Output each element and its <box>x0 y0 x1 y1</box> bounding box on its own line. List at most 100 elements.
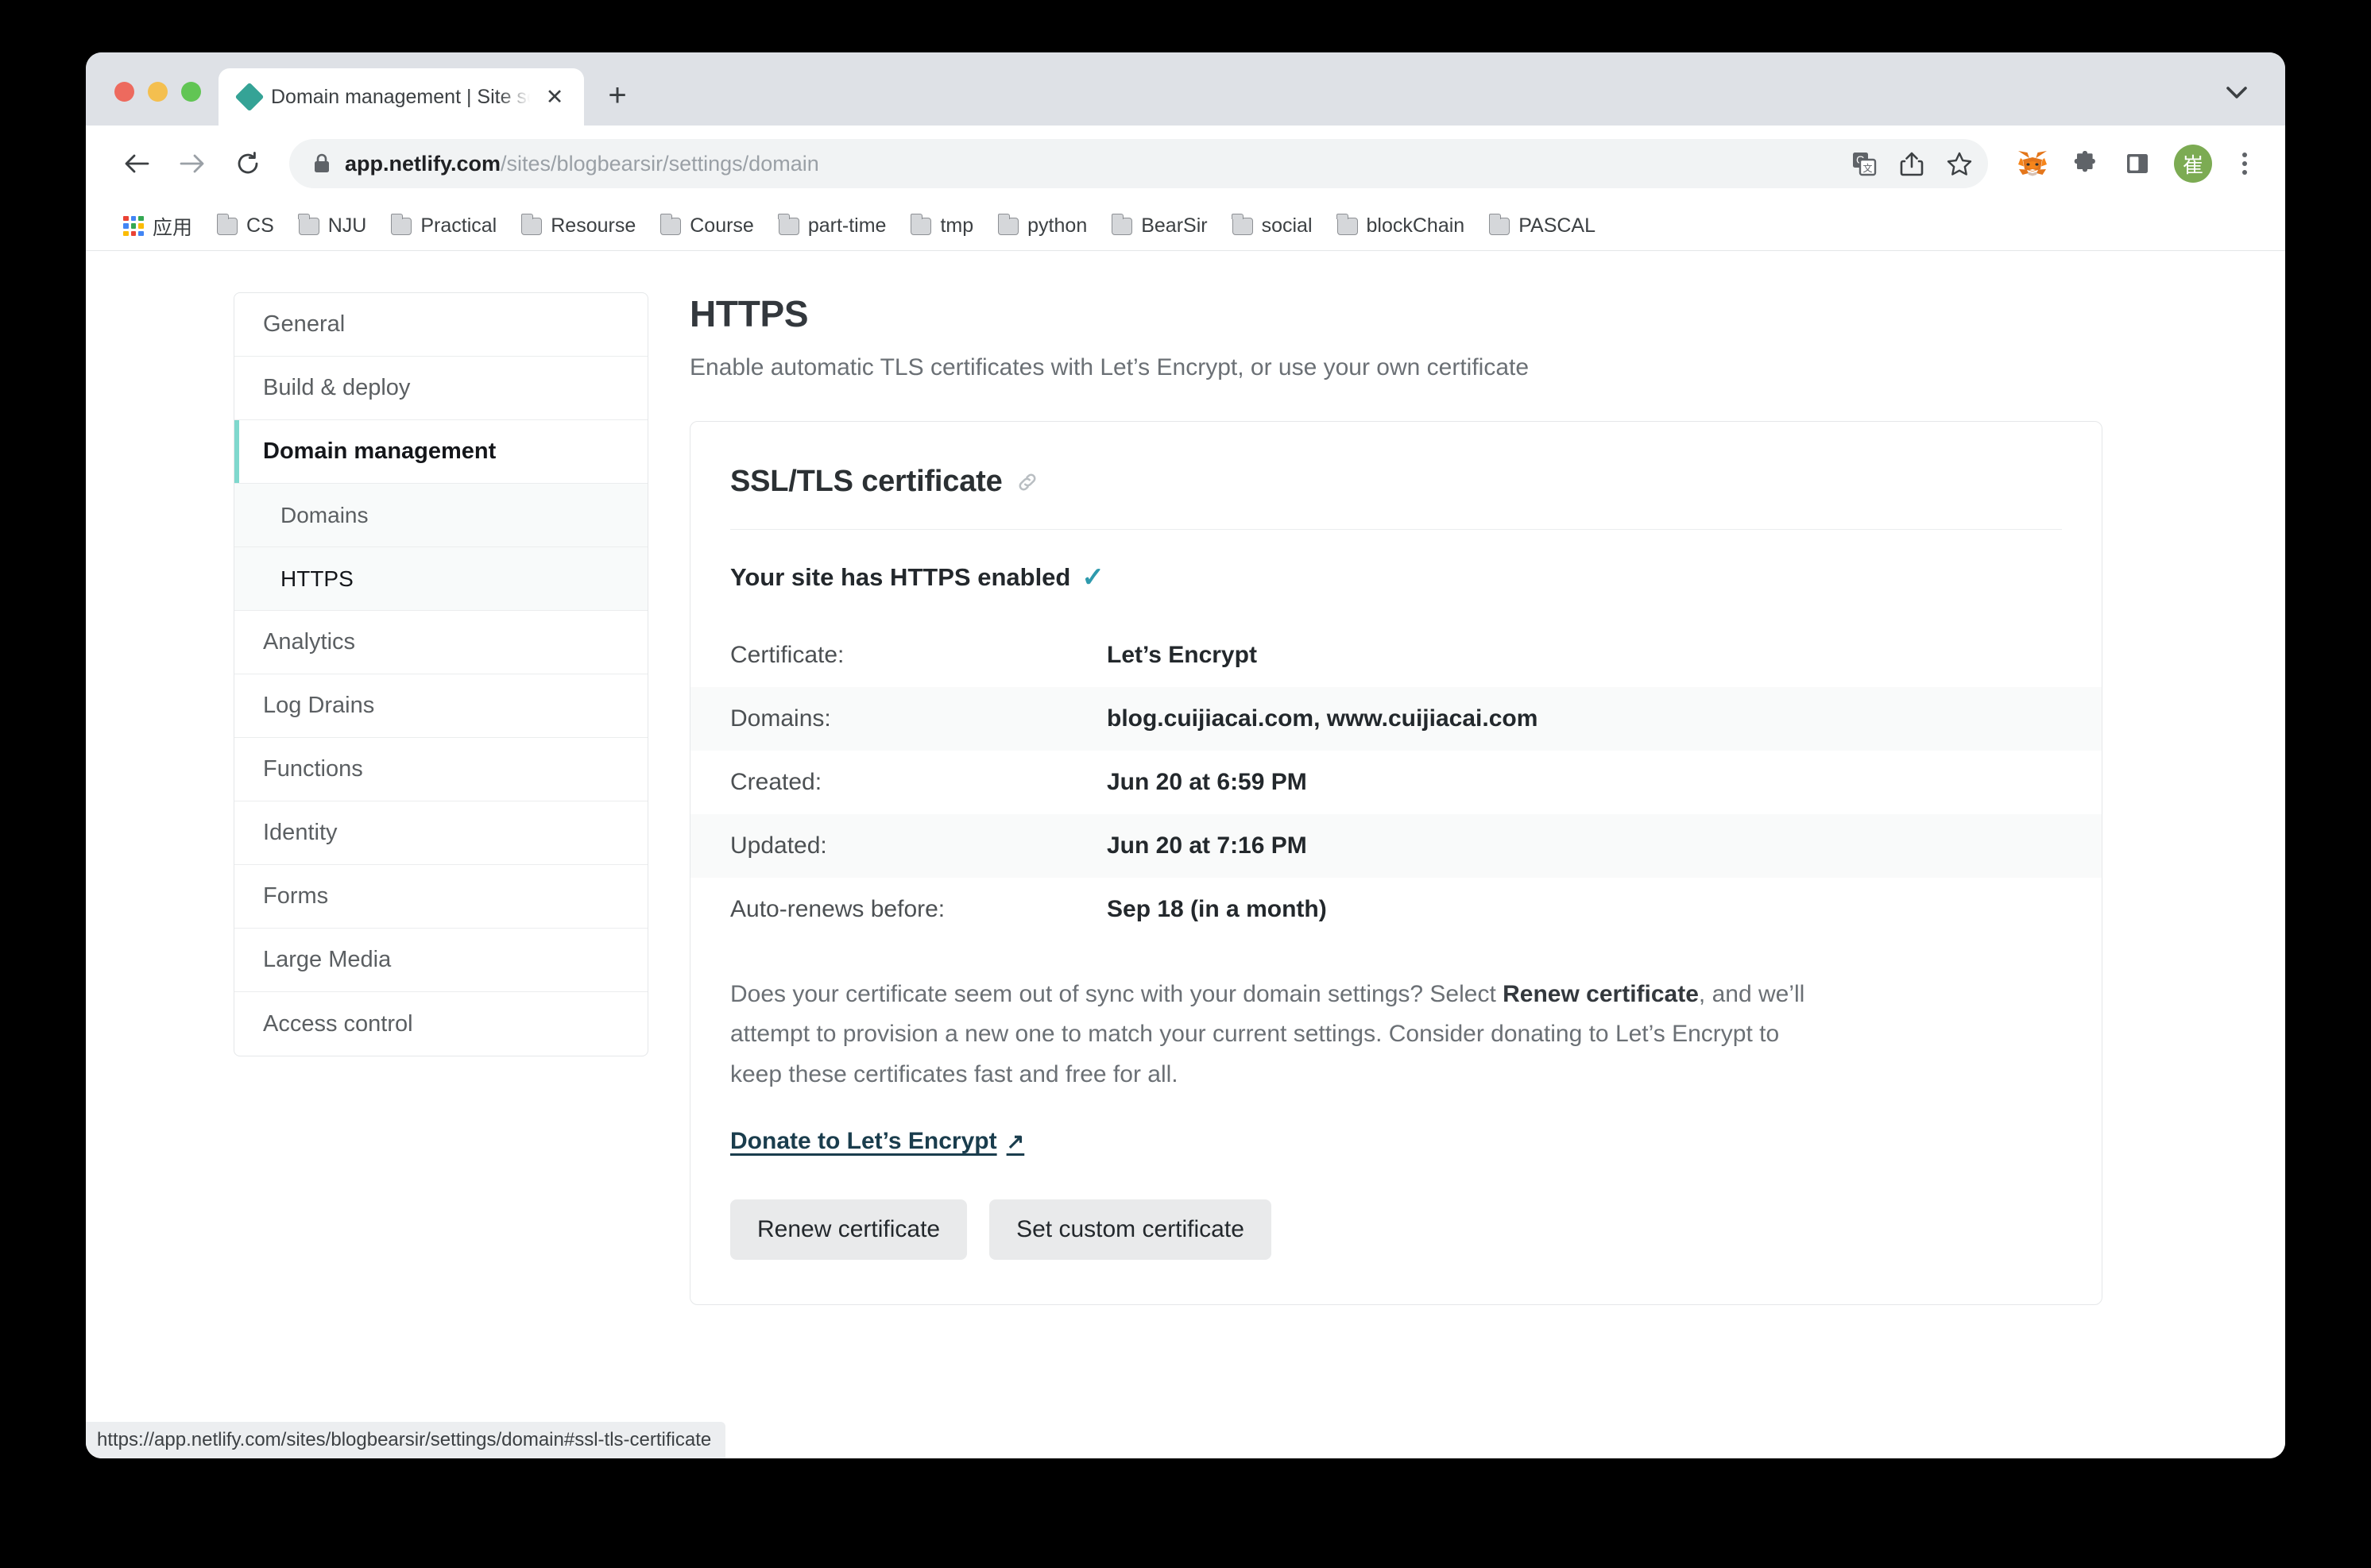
side-panel-icon[interactable] <box>2115 141 2160 186</box>
bookmark-cs[interactable]: CS <box>207 209 284 243</box>
table-row: Domains: blog.cuijiacai.com, www.cuijiac… <box>690 687 2102 751</box>
bookmark-python[interactable]: python <box>988 209 1097 243</box>
bookmark-social[interactable]: social <box>1222 209 1323 243</box>
bookmark-nju[interactable]: NJU <box>288 209 377 243</box>
bookmark-practical[interactable]: Practical <box>381 209 507 243</box>
bookmarks-bar: 应用 CS NJU Practical Resourse Course part… <box>86 202 2285 251</box>
address-domain: app.netlify.com <box>345 152 501 176</box>
bookmark-apps[interactable]: 应用 <box>113 207 203 246</box>
back-button[interactable] <box>113 140 161 187</box>
https-status-label: Your site has HTTPS enabled <box>730 563 1070 592</box>
bookmark-star-icon[interactable] <box>1937 141 1982 186</box>
forward-button[interactable] <box>168 140 216 187</box>
metamask-fox-icon[interactable] <box>2010 141 2055 186</box>
minimize-window-button[interactable] <box>148 82 168 102</box>
donate-link-label: Donate to Let’s Encrypt <box>730 1128 997 1155</box>
folder-icon <box>299 218 319 235</box>
link-icon[interactable] <box>1015 470 1039 494</box>
row-label: Created: <box>730 769 1107 796</box>
bookmark-label: Practical <box>420 214 497 238</box>
reload-button[interactable] <box>224 140 272 187</box>
row-label: Updated: <box>730 832 1107 859</box>
settings-layout: General Build & deploy Domain management… <box>86 251 2285 1305</box>
check-icon: ✓ <box>1081 564 1104 591</box>
set-custom-certificate-button[interactable]: Set custom certificate <box>989 1199 1271 1260</box>
page-content: General Build & deploy Domain management… <box>86 251 2285 1458</box>
bookmark-blockchain[interactable]: blockChain <box>1327 209 1476 243</box>
bookmark-resourse[interactable]: Resourse <box>511 209 646 243</box>
row-value: Jun 20 at 7:16 PM <box>1107 832 1307 859</box>
browser-tab[interactable]: Domain management | Site sett ✕ <box>219 68 584 126</box>
settings-main: HTTPS Enable automatic TLS certificates … <box>690 292 2285 1305</box>
note-emphasis: Renew certificate <box>1503 981 1699 1007</box>
chevron-down-icon[interactable] <box>2217 73 2257 113</box>
sidebar-item-https[interactable]: HTTPS <box>234 547 648 611</box>
settings-sidebar: General Build & deploy Domain management… <box>234 292 648 1056</box>
bookmark-pascal[interactable]: PASCAL <box>1479 209 1606 243</box>
table-row: Certificate: Let’s Encrypt <box>690 624 2102 687</box>
bookmark-course[interactable]: Course <box>650 209 764 243</box>
address-bar-text: app.netlify.com/sites/blogbearsir/settin… <box>345 152 819 176</box>
maximize-window-button[interactable] <box>181 82 201 102</box>
address-bar[interactable]: app.netlify.com/sites/blogbearsir/settin… <box>289 139 1883 188</box>
sidebar-item-access-control[interactable]: Access control <box>234 992 648 1056</box>
address-path: /sites/blogbearsir/settings/domain <box>501 152 819 176</box>
card-header: SSL/TLS certificate <box>730 465 2062 530</box>
sidebar-item-functions[interactable]: Functions <box>234 738 648 801</box>
certificate-note: Does your certificate seem out of sync w… <box>730 975 1819 1095</box>
table-row: Auto-renews before: Sep 18 (in a month) <box>690 878 2102 941</box>
bookmark-part-time[interactable]: part-time <box>768 209 897 243</box>
bookmark-label: tmp <box>940 214 973 238</box>
netlify-diamond-icon <box>235 83 265 112</box>
bookmark-bearsir[interactable]: BearSir <box>1101 209 1217 243</box>
table-row: Updated: Jun 20 at 7:16 PM <box>690 814 2102 878</box>
tab-title: Domain management | Site sett <box>271 86 530 109</box>
folder-icon <box>521 218 542 235</box>
profile-avatar[interactable]: 崔 <box>2174 145 2212 183</box>
sidebar-item-domains[interactable]: Domains <box>234 484 648 547</box>
status-bar-url: https://app.netlify.com/sites/blogbearsi… <box>86 1422 725 1458</box>
sidebar-item-forms[interactable]: Forms <box>234 865 648 929</box>
folder-icon <box>1337 218 1358 235</box>
sidebar-item-log-drains[interactable]: Log Drains <box>234 674 648 738</box>
sidebar-item-identity[interactable]: Identity <box>234 801 648 865</box>
folder-icon <box>1112 218 1132 235</box>
bookmark-label: blockChain <box>1367 214 1465 238</box>
close-window-button[interactable] <box>114 82 134 102</box>
three-dot-menu-icon[interactable] <box>2226 141 2263 186</box>
folder-icon <box>217 218 238 235</box>
https-status: Your site has HTTPS enabled ✓ <box>730 563 2062 592</box>
bookmark-label: python <box>1027 214 1087 238</box>
donate-link[interactable]: Donate to Let’s Encrypt ↗ <box>730 1128 1024 1155</box>
browser-toolbar: app.netlify.com/sites/blogbearsir/settin… <box>86 126 2285 202</box>
folder-icon <box>1232 218 1253 235</box>
lock-icon <box>313 153 331 174</box>
bookmark-label: social <box>1262 214 1313 238</box>
bookmark-label: CS <box>246 214 274 238</box>
certificate-actions: Renew certificate Set custom certificate <box>730 1199 2062 1260</box>
share-icon[interactable] <box>1889 141 1934 186</box>
translate-icon[interactable]: G文 <box>1842 141 1886 186</box>
folder-icon <box>998 218 1019 235</box>
table-row: Created: Jun 20 at 6:59 PM <box>690 751 2102 814</box>
row-value: Let’s Encrypt <box>1107 642 1257 669</box>
sidebar-item-build-deploy[interactable]: Build & deploy <box>234 357 648 420</box>
extensions-puzzle-icon[interactable] <box>2063 141 2107 186</box>
card-title: SSL/TLS certificate <box>730 465 1003 499</box>
sidebar-item-domain-management[interactable]: Domain management <box>234 420 648 484</box>
certificate-details-table: Certificate: Let’s Encrypt Domains: blog… <box>730 624 2062 941</box>
renew-certificate-button[interactable]: Renew certificate <box>730 1199 967 1260</box>
apps-grid-icon <box>123 216 144 237</box>
tab-strip: Domain management | Site sett ✕ + <box>86 52 2285 126</box>
sidebar-item-large-media[interactable]: Large Media <box>234 929 648 992</box>
bookmark-tmp[interactable]: tmp <box>900 209 984 243</box>
sidebar-item-general[interactable]: General <box>234 293 648 357</box>
bookmark-label: part-time <box>808 214 887 238</box>
sidebar-item-analytics[interactable]: Analytics <box>234 611 648 674</box>
page-title: HTTPS <box>690 292 2102 335</box>
ssl-tls-certificate-card: SSL/TLS certificate Your site has HTTPS … <box>690 421 2102 1305</box>
new-tab-button[interactable]: + <box>595 73 640 118</box>
close-tab-button[interactable]: ✕ <box>541 83 568 110</box>
row-label: Domains: <box>730 705 1107 732</box>
row-label: Auto-renews before: <box>730 896 1107 923</box>
